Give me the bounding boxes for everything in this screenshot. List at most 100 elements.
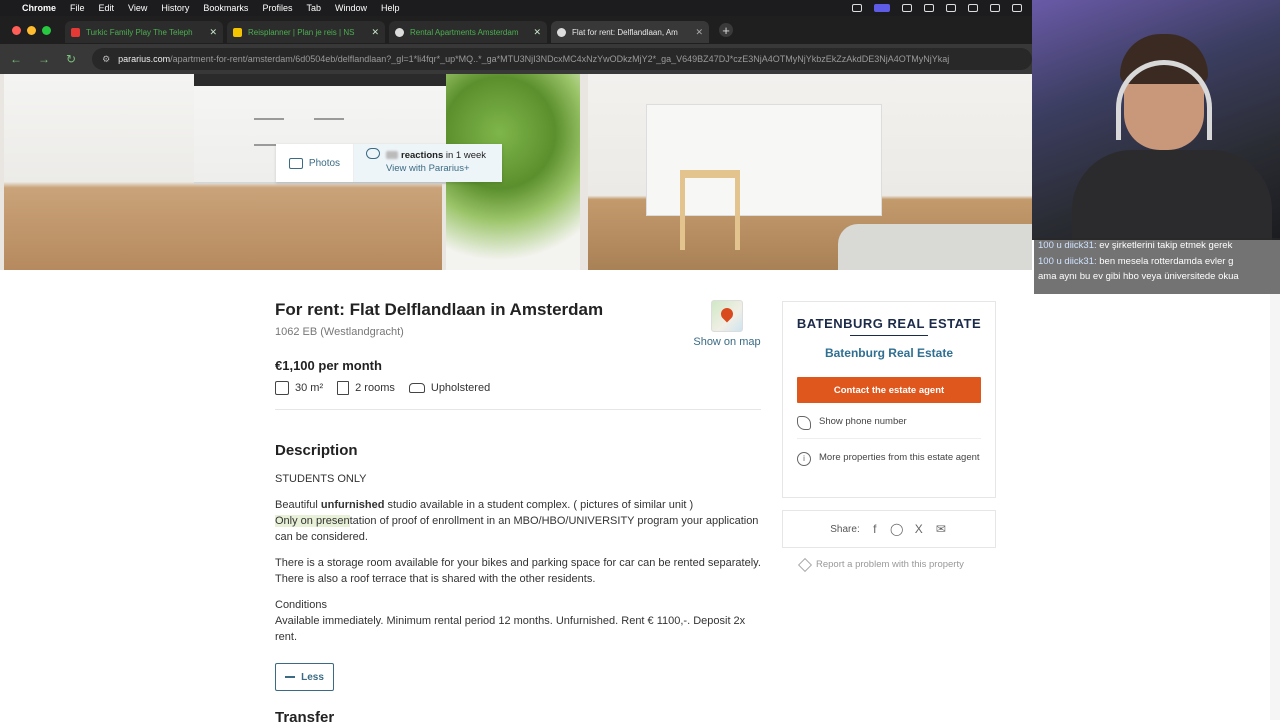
area-value: 30 m² <box>295 382 324 394</box>
window-controls <box>12 25 51 35</box>
browser-tab-strip: Turkic Family Play The Teleph ✕ Reisplan… <box>0 16 1032 44</box>
phone-icon <box>797 416 811 430</box>
display-icon[interactable] <box>902 4 912 12</box>
listing-main: Show on map For rent: Flat Delflandlaan … <box>275 300 761 726</box>
forward-arrow-icon[interactable]: → <box>38 52 50 66</box>
description-paragraph-2: Beautiful unfurnished studio available i… <box>275 497 761 545</box>
report-problem-link[interactable]: Report a problem with this property <box>797 557 964 572</box>
description-heading: Description <box>275 442 358 459</box>
show-phone-row[interactable]: Show phone number <box>797 415 981 430</box>
desc-bold: unfurnished <box>320 499 385 511</box>
menu-edit[interactable]: Edit <box>99 3 115 13</box>
pararius-favicon-icon <box>557 27 566 37</box>
agent-logo-underline <box>850 335 928 336</box>
address-bar[interactable]: ⚙ pararius.com/apartment-for-rent/amster… <box>92 48 1032 70</box>
webcam-overlay <box>1032 0 1280 240</box>
photo-gallery[interactable] <box>0 74 1032 270</box>
stream-chat-overlay: 100 u diick31: ev şirketlerini takip etm… <box>1034 238 1280 294</box>
listing-price: €1,100 per month <box>275 358 382 373</box>
drawer-handle <box>314 118 344 120</box>
window-icon[interactable] <box>924 4 934 12</box>
url-host: pararius.com <box>118 54 171 64</box>
chat-message: 100 u diick31: ev şirketlerini takip etm… <box>1038 238 1276 254</box>
chat-bubble-icon <box>366 148 380 159</box>
chat-message: ama aynı bu ev gibi hbo veya üniversited… <box>1038 269 1276 285</box>
agent-name-link[interactable]: Batenburg Real Estate <box>783 346 995 360</box>
chat-text: ev şirketlerini takip etmek gerek <box>1096 240 1233 251</box>
tab-flat-for-rent[interactable]: Flat for rent: Delflandlaan, Am ✕ <box>551 21 709 43</box>
facebook-icon[interactable]: f <box>868 522 882 536</box>
agent-logo[interactable]: BATENBURG REAL ESTATE <box>783 316 995 331</box>
wifi-icon[interactable] <box>968 4 978 12</box>
sofa-icon <box>408 383 425 393</box>
conditions-label: Conditions <box>275 599 327 611</box>
site-info-icon[interactable]: ⚙ <box>102 54 110 65</box>
minimize-window-button[interactable] <box>27 25 36 35</box>
menu-profiles[interactable]: Profiles <box>262 3 292 13</box>
tray-icon[interactable] <box>852 4 862 12</box>
tab-rental-apartments[interactable]: Rental Apartments Amsterdam ✕ <box>389 21 547 43</box>
warning-icon <box>797 557 813 572</box>
tab-label: Reisplanner | Plan je reis | NS <box>248 27 355 37</box>
control-center-icon[interactable] <box>1012 4 1022 12</box>
menu-bookmarks[interactable]: Bookmarks <box>203 3 248 13</box>
close-tab-icon[interactable]: ✕ <box>695 27 703 38</box>
menu-history[interactable]: History <box>161 3 189 13</box>
close-tab-icon[interactable]: ✕ <box>371 27 379 38</box>
photos-button[interactable]: Photos <box>276 144 354 182</box>
contact-agent-button[interactable]: Contact the estate agent <box>797 377 981 403</box>
listing-features: 30 m² 2 rooms Upholstered <box>275 381 761 395</box>
menu-window[interactable]: Window <box>335 3 367 13</box>
back-arrow-icon[interactable]: ← <box>10 52 22 66</box>
bedroom-photo[interactable] <box>588 74 1032 270</box>
reactions-label: reactions <box>401 150 444 161</box>
feature-interior: Upholstered <box>408 382 491 394</box>
chat-message: 100 u diick31: ben mesela rotterdamda ev… <box>1038 254 1276 270</box>
tab-youtube[interactable]: Turkic Family Play The Teleph ✕ <box>65 21 223 43</box>
youtube-favicon-icon <box>71 27 80 37</box>
maximize-window-button[interactable] <box>42 25 51 35</box>
divider <box>797 438 981 439</box>
tab-label: Turkic Family Play The Teleph <box>86 27 193 37</box>
view-with-pararius-plus-link[interactable]: View with Pararius+ <box>386 163 492 174</box>
desc-text: studio available in a student complex. (… <box>384 499 694 511</box>
menu-file[interactable]: File <box>70 3 85 13</box>
screen-record-icon[interactable] <box>874 4 890 12</box>
whatsapp-icon[interactable]: ◯ <box>890 522 904 536</box>
description-paragraph-3: There is a storage room available for yo… <box>275 557 761 585</box>
close-tab-icon[interactable]: ✕ <box>533 27 541 38</box>
feature-rooms: 2 rooms <box>337 381 395 395</box>
listing-address: 1062 EB (Westlandgracht) <box>275 326 404 338</box>
minus-icon <box>285 676 296 678</box>
photos-label: Photos <box>308 157 341 169</box>
tab-ns-reisplanner[interactable]: Reisplanner | Plan je reis | NS ✕ <box>227 21 385 43</box>
menu-tab[interactable]: Tab <box>306 3 321 13</box>
person-body <box>1072 150 1272 240</box>
menu-view[interactable]: View <box>128 3 147 13</box>
bluetooth-icon[interactable] <box>990 4 1000 12</box>
interior-value: Upholstered <box>430 382 491 394</box>
email-icon[interactable]: ✉ <box>934 522 948 536</box>
map-pin-icon <box>711 300 743 332</box>
menu-app-name[interactable]: Chrome <box>22 3 56 13</box>
reactions-count-blurred <box>386 151 398 160</box>
new-tab-button[interactable]: + <box>719 23 733 38</box>
menu-help[interactable]: Help <box>381 3 400 13</box>
listing-title: For rent: Flat Delflandlaan in Amsterdam <box>275 300 604 319</box>
show-on-map-button[interactable]: Show on map <box>692 300 762 348</box>
reload-icon[interactable]: ↻ <box>66 52 76 66</box>
volume-icon[interactable] <box>946 4 956 12</box>
less-button[interactable]: Less <box>275 663 334 691</box>
close-window-button[interactable] <box>12 25 21 35</box>
scrollbar-track[interactable] <box>1270 294 1280 720</box>
more-properties-row[interactable]: i More properties from this estate agent <box>797 451 981 466</box>
x-icon[interactable]: X <box>912 522 926 536</box>
close-tab-icon[interactable]: ✕ <box>209 27 217 38</box>
drawer-handle <box>254 118 284 120</box>
divider <box>275 409 761 410</box>
chat-text: ama aynı bu ev gibi hbo veya üniversited… <box>1038 271 1239 282</box>
tab-label: Rental Apartments Amsterdam <box>410 27 519 37</box>
transfer-heading: Transfer <box>275 709 335 726</box>
status-tray <box>852 0 1022 16</box>
browser-toolbar: ← → ↻ ⚙ pararius.com/apartment-for-rent/… <box>0 44 1032 74</box>
